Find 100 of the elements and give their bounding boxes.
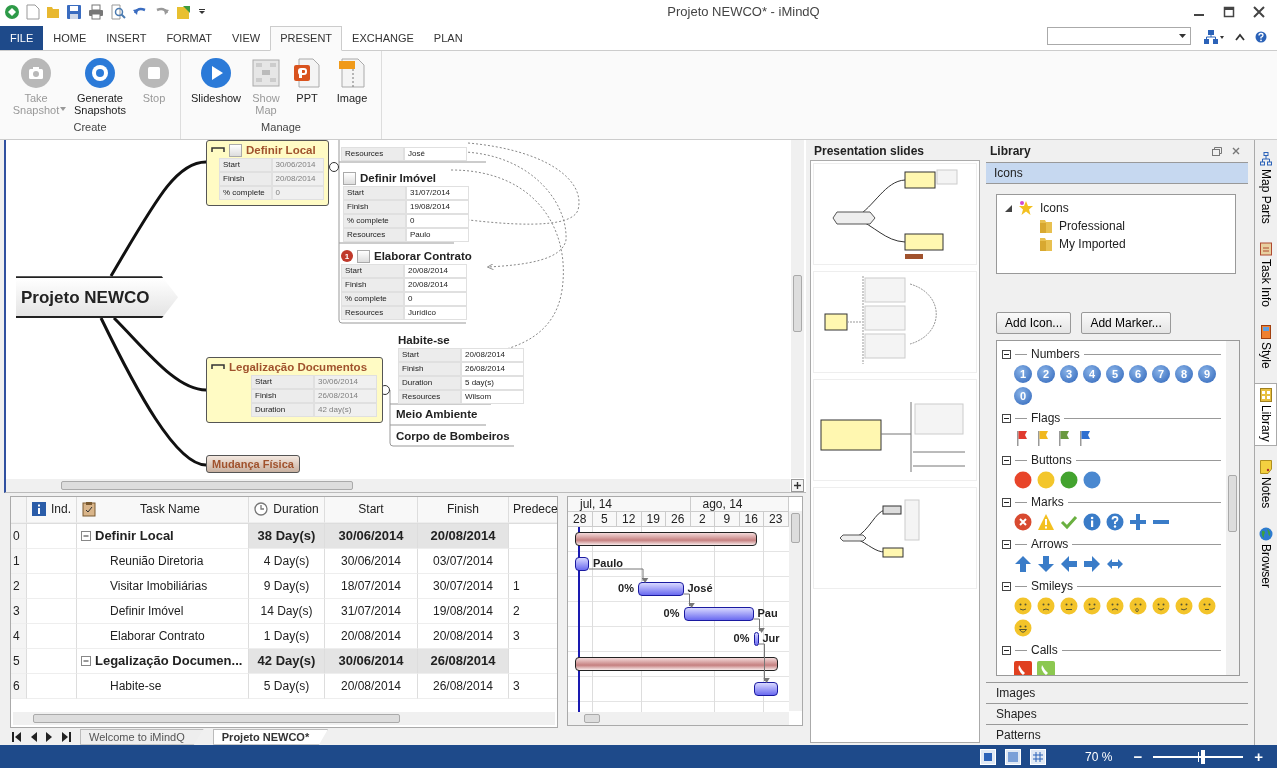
ribbon-button[interactable]: Image xyxy=(329,56,375,120)
topic-node[interactable]: Mudança Física xyxy=(206,455,300,474)
smiley-icon[interactable] xyxy=(1175,597,1193,616)
task-bar[interactable] xyxy=(753,631,759,646)
ribbon-button[interactable]: PPT xyxy=(287,56,327,120)
topic-title[interactable]: Legalização Documentos xyxy=(229,361,368,374)
section-header[interactable]: Icons xyxy=(986,162,1248,185)
column-header[interactable]: Ind. xyxy=(51,502,71,517)
export-icon[interactable] xyxy=(176,3,192,20)
task-bar[interactable] xyxy=(575,556,589,571)
topic-title[interactable]: Definir Imóvel xyxy=(360,172,437,185)
expand-arrow-icon[interactable] xyxy=(1005,204,1012,212)
scrollbar[interactable] xyxy=(13,712,555,726)
previous-sheet-icon[interactable] xyxy=(30,731,37,742)
sheet-tab[interactable]: Projeto NEWCO* xyxy=(212,728,329,745)
print-preview-icon[interactable] xyxy=(110,3,126,20)
topic-card[interactable]: Legalização Documentos Start 30/06/2014 Finish 26/08/2014 Duration 42 day(s) xyxy=(206,357,383,424)
slide-thumbnail[interactable] xyxy=(813,379,977,482)
ribbon-tab[interactable]: FORMAT xyxy=(156,25,222,50)
flag-icon[interactable] xyxy=(1014,429,1030,448)
collapse-icon[interactable] xyxy=(1002,539,1011,549)
maximize-icon[interactable] xyxy=(1223,5,1235,18)
summary-bar[interactable] xyxy=(575,531,757,546)
tree-item[interactable]: My Imported xyxy=(1059,237,1126,252)
slide-thumbnail[interactable] xyxy=(813,271,977,374)
plus-icon[interactable] xyxy=(1129,513,1147,532)
last-sheet-icon[interactable] xyxy=(62,731,71,742)
topic-title[interactable]: Meio Ambiente xyxy=(396,408,478,423)
smiley-icon[interactable] xyxy=(1129,597,1147,616)
close-icon[interactable] xyxy=(1253,5,1265,18)
phone-icon[interactable] xyxy=(1014,661,1032,676)
smiley-icon[interactable] xyxy=(1014,597,1032,616)
flag-icon[interactable] xyxy=(1035,429,1051,448)
checkbox[interactable] xyxy=(357,249,370,263)
zoom-in-button[interactable]: + xyxy=(1252,748,1265,766)
arrow-down-icon[interactable] xyxy=(1037,555,1055,574)
smiley-icon[interactable] xyxy=(1083,597,1101,616)
ball-icon[interactable] xyxy=(1083,471,1101,490)
collapse-ribbon-icon[interactable] xyxy=(1235,32,1245,41)
connector-icon[interactable] xyxy=(329,162,339,173)
ribbon-button[interactable]: Slideshow xyxy=(187,56,245,120)
print-icon[interactable] xyxy=(88,3,104,20)
topic-title[interactable]: Elaborar Contrato xyxy=(374,250,472,263)
arrow-left-icon[interactable] xyxy=(1060,555,1078,574)
column-header[interactable]: Predece xyxy=(513,502,558,517)
column-header[interactable]: Finish xyxy=(447,502,479,517)
flag-icon[interactable] xyxy=(1056,429,1072,448)
smiley-icon[interactable] xyxy=(1014,619,1032,638)
save-icon[interactable] xyxy=(66,3,82,20)
collapse-icon[interactable] xyxy=(1002,645,1011,655)
cross-icon[interactable] xyxy=(1014,513,1032,532)
ribbon-tab[interactable]: INSERT xyxy=(96,25,157,50)
column-header[interactable]: Start xyxy=(358,502,384,517)
task-bar[interactable] xyxy=(683,606,754,621)
task-bar[interactable] xyxy=(753,681,778,696)
column-header[interactable]: Duration xyxy=(273,502,319,517)
root-topic[interactable]: Projeto NEWCO xyxy=(16,276,178,319)
side-tab[interactable]: Browser xyxy=(1255,522,1277,592)
collapse-icon[interactable] xyxy=(1002,581,1011,591)
collapse-icon[interactable] xyxy=(1002,455,1011,465)
topic-title[interactable]: Definir Local xyxy=(246,144,316,157)
flag-icon[interactable] xyxy=(1077,429,1093,448)
restore-icon[interactable] xyxy=(1212,146,1222,156)
slide-thumbnail[interactable] xyxy=(813,487,977,590)
side-tab[interactable]: Style xyxy=(1255,320,1277,373)
fit-page-icon[interactable] xyxy=(980,748,997,765)
arrow-up-icon[interactable] xyxy=(1014,555,1032,574)
add-button[interactable]: Add Icon... xyxy=(996,312,1072,335)
check-icon[interactable] xyxy=(1060,513,1078,532)
topic-title[interactable]: Habite-se xyxy=(398,334,450,347)
ribbon-tab[interactable]: FILE xyxy=(0,25,44,50)
add-button[interactable]: Add Marker... xyxy=(1081,312,1171,335)
scrollbar[interactable] xyxy=(1226,341,1239,676)
fit-width-icon[interactable] xyxy=(1005,748,1022,765)
task-bar[interactable] xyxy=(638,581,684,596)
phone-icon[interactable] xyxy=(1037,661,1055,676)
smiley-icon[interactable] xyxy=(1152,597,1170,616)
scrollbar[interactable] xyxy=(568,711,789,725)
ribbon-tab[interactable]: VIEW xyxy=(222,25,271,50)
checkbox[interactable] xyxy=(229,143,242,157)
help-icon[interactable] xyxy=(1106,513,1124,532)
smiley-icon[interactable] xyxy=(1106,597,1124,616)
collapse-icon[interactable] xyxy=(1002,349,1011,359)
zoom-out-button[interactable]: − xyxy=(1131,748,1145,766)
sheet-tab[interactable]: Welcome to iMindQ xyxy=(80,728,204,745)
section-header[interactable]: Shapes xyxy=(986,703,1248,725)
arrow-right-icon[interactable] xyxy=(1083,555,1101,574)
tree-item[interactable]: Icons xyxy=(1040,201,1069,216)
ribbon-tab[interactable]: HOME xyxy=(43,25,97,50)
ribbon-tab[interactable]: PLAN xyxy=(423,25,473,50)
grid-view-icon[interactable] xyxy=(1030,748,1047,765)
ribbon-tab[interactable]: PRESENT xyxy=(270,25,343,51)
ball-icon[interactable] xyxy=(1060,471,1078,490)
side-tab[interactable]: Map Parts xyxy=(1255,148,1277,228)
column-header[interactable]: Task Name xyxy=(140,502,201,517)
expand-icon[interactable] xyxy=(791,478,804,492)
first-sheet-icon[interactable] xyxy=(12,731,21,742)
topic-card[interactable]: Definir Local Start 30/06/2014 Finish 20/08/2014 % complete 0 xyxy=(206,140,329,207)
search-combobox[interactable] xyxy=(1047,26,1191,45)
ball-icon[interactable] xyxy=(1014,471,1032,490)
